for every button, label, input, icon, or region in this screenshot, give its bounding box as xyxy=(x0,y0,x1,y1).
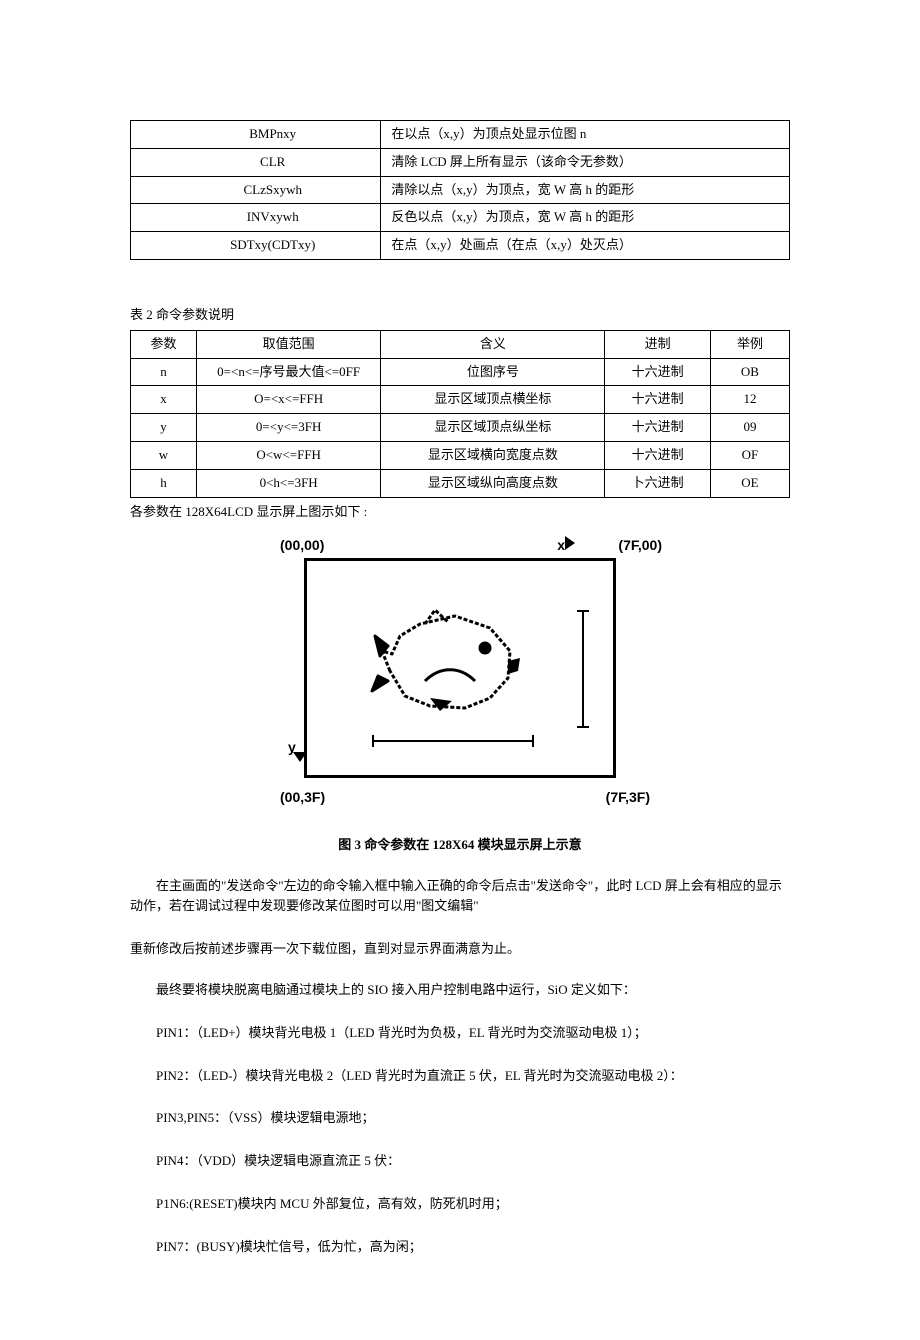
cell: y xyxy=(131,414,197,442)
paragraph: 在主画面的"发送命令"左边的命令输入框中输入正确的命令后点击"发送命令"，此时 … xyxy=(130,876,790,918)
coord-label: (7F,3F) xyxy=(606,786,650,808)
desc-cell: 在以点（x,y）为顶点处显示位图 n xyxy=(381,121,790,149)
pin-definition: PIN7：(BUSY)模块忙信号，低为忙，高为闲； xyxy=(156,1237,790,1258)
paragraph: 重新修改后按前述步骤再一次下载位图，直到对显示界面满意为止。 xyxy=(130,939,790,960)
cell: 0<h<=3FH xyxy=(196,469,381,497)
table-row: CLzSxywh清除以点（x,y）为顶点，宽 W 高 h 的距形 xyxy=(131,176,790,204)
cell: 0=<y<=3FH xyxy=(196,414,381,442)
table2-title: 表 2 命令参数说明 xyxy=(130,305,790,326)
after-table2-text: 各参数在 128X64LCD 显示屏上图示如下 : xyxy=(130,502,790,523)
cell: x xyxy=(131,386,197,414)
table-row: INVxywh反色以点（x,y）为顶点，宽 W 高 h 的距形 xyxy=(131,204,790,232)
coord-label: (7F,00) xyxy=(618,534,662,556)
desc-cell: 清除 LCD 屏上所有显示（该命令无参数） xyxy=(381,148,790,176)
cell: 显示区域顶点横坐标 xyxy=(381,386,605,414)
cell: 十六进制 xyxy=(605,441,710,469)
table-row: wO<w<=FFH显示区域横向宽度点数十六进制OF xyxy=(131,441,790,469)
cmd-cell: CLzSxywh xyxy=(131,176,381,204)
cell: 0=<n<=序号最大值<=0FF xyxy=(196,358,381,386)
pin-definition: PIN3,PIN5：（VSS）模块逻辑电源地； xyxy=(156,1108,790,1129)
col-header: 举例 xyxy=(710,330,789,358)
cell: 十六进制 xyxy=(605,358,710,386)
cell: 显示区域横向宽度点数 xyxy=(381,441,605,469)
table-row: SDTxy(CDTxy)在点（x,y）处画点（在点（x,y）处灭点） xyxy=(131,232,790,260)
cell: n xyxy=(131,358,197,386)
cell: O<w<=FFH xyxy=(196,441,381,469)
desc-cell: 清除以点（x,y）为顶点，宽 W 高 h 的距形 xyxy=(381,176,790,204)
fish-bitmap-icon xyxy=(370,606,540,726)
paragraph: 最终要将模块脱离电脑通过模块上的 SIO 接入用户控制电路中运行，SiO 定义如… xyxy=(130,980,790,1001)
cell: 12 xyxy=(710,386,789,414)
cell: OB xyxy=(710,358,789,386)
cell: OF xyxy=(710,441,789,469)
cell: w xyxy=(131,441,197,469)
desc-cell: 在点（x,y）处画点（在点（x,y）处灭点） xyxy=(381,232,790,260)
cell: 显示区域纵向高度点数 xyxy=(381,469,605,497)
parameter-table: 参数取值范围含义进制举例 n0=<n<=序号最大值<=0FF位图序号十六进制OB… xyxy=(130,330,790,498)
table-row: xO=<x<=FFH显示区域顶点横坐标十六进制12 xyxy=(131,386,790,414)
cell: 09 xyxy=(710,414,789,442)
figure-3: (00,00) x (7F,00) y (00,3F) (7F,3F) (x,y… xyxy=(130,532,790,855)
cell: 卜六进制 xyxy=(605,469,710,497)
pin-definition: P1N6:(RESET)模块内 MCU 外部复位，高有效，防死机时用； xyxy=(156,1194,790,1215)
table-row: BMPnxy在以点（x,y）为顶点处显示位图 n xyxy=(131,121,790,149)
cmd-cell: BMPnxy xyxy=(131,121,381,149)
table-row: CLR清除 LCD 屏上所有显示（该命令无参数） xyxy=(131,148,790,176)
col-header: 参数 xyxy=(131,330,197,358)
coord-label: (00,00) xyxy=(280,534,324,556)
cell: O=<x<=FFH xyxy=(196,386,381,414)
col-header: 取值范围 xyxy=(196,330,381,358)
cell: 十六进制 xyxy=(605,386,710,414)
axis-label-x: x xyxy=(557,534,565,556)
cmd-cell: CLR xyxy=(131,148,381,176)
cell: h xyxy=(131,469,197,497)
col-header: 进制 xyxy=(605,330,710,358)
table-row: y0=<y<=3FH显示区域顶点纵坐标十六进制09 xyxy=(131,414,790,442)
cell: 显示区域顶点纵坐标 xyxy=(381,414,605,442)
pin-definition: PIN1：（LED+）模块背光电极 1（LED 背光时为负极，EL 背光时为交流… xyxy=(156,1023,790,1044)
figure-caption: 图 3 命令参数在 128X64 模块显示屏上示意 xyxy=(130,835,790,856)
col-header: 含义 xyxy=(381,330,605,358)
coord-label: (00,3F) xyxy=(280,786,325,808)
table-row: h0<h<=3FH显示区域纵向高度点数卜六进制OE xyxy=(131,469,790,497)
pin-definitions: PIN1：（LED+）模块背光电极 1（LED 背光时为负极，EL 背光时为交流… xyxy=(130,1023,790,1258)
pin-definition: PIN4：（VDD）模块逻辑电源直流正 5 伏： xyxy=(156,1151,790,1172)
table-row: n0=<n<=序号最大值<=0FF位图序号十六进制OB xyxy=(131,358,790,386)
pin-definition: PIN2：（LED-）模块背光电极 2（LED 背光时为直流正 5 伏，EL 背… xyxy=(156,1066,790,1087)
cell: 位图序号 xyxy=(381,358,605,386)
cell: OE xyxy=(710,469,789,497)
command-table: BMPnxy在以点（x,y）为顶点处显示位图 nCLR清除 LCD 屏上所有显示… xyxy=(130,120,790,260)
cmd-cell: INVxywh xyxy=(131,204,381,232)
cell: 十六进制 xyxy=(605,414,710,442)
desc-cell: 反色以点（x,y）为顶点，宽 W 高 h 的距形 xyxy=(381,204,790,232)
cmd-cell: SDTxy(CDTxy) xyxy=(131,232,381,260)
